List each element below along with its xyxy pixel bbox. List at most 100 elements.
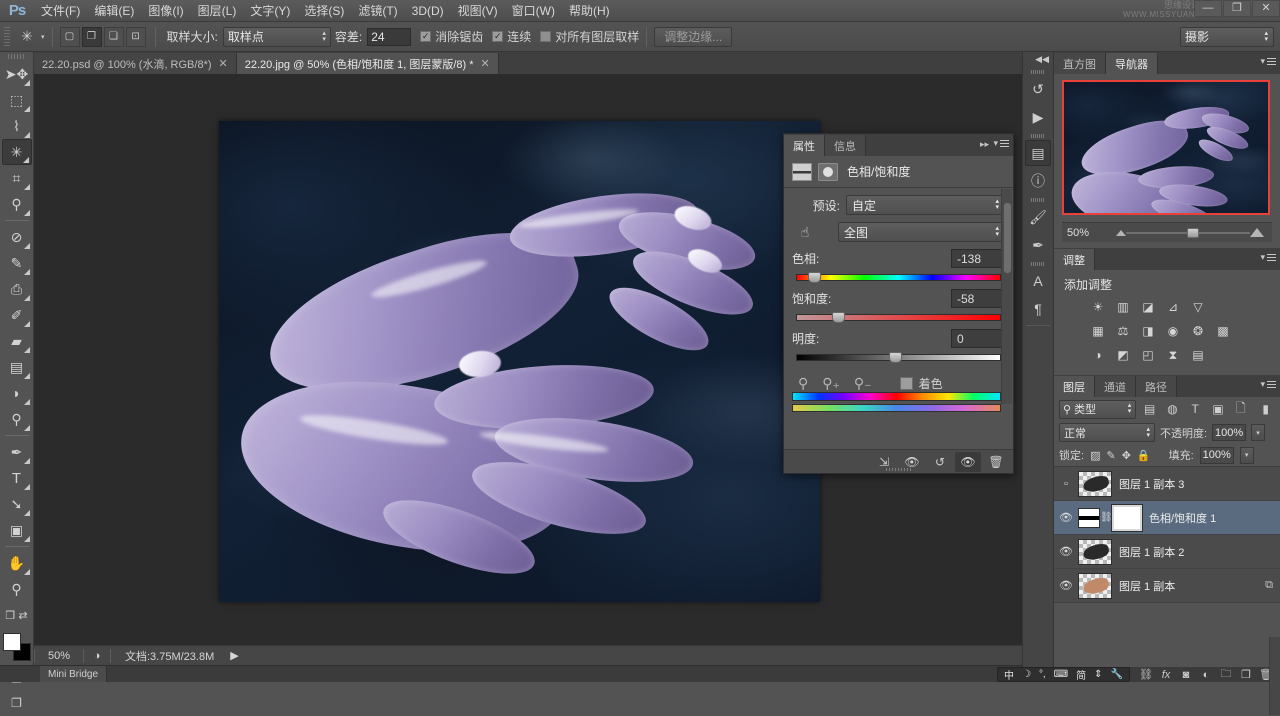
tab-layers[interactable]: 图层 bbox=[1054, 376, 1095, 397]
eye-icon[interactable]: 👁 bbox=[1054, 545, 1078, 558]
pen-tool[interactable]: ✒ bbox=[2, 439, 32, 465]
invert-icon[interactable]: ◑ bbox=[1088, 345, 1108, 365]
posterize-icon[interactable]: ◩ bbox=[1113, 345, 1133, 365]
table-row[interactable]: 👁 图层 1 副本 ⧉ bbox=[1054, 569, 1280, 603]
rectangular-marquee-tool[interactable]: ⬚ bbox=[2, 87, 32, 113]
lock-all-icon[interactable]: 🔒 bbox=[1137, 449, 1151, 462]
saturation-slider-knob[interactable] bbox=[832, 312, 845, 323]
close-button[interactable]: ✕ bbox=[1252, 0, 1280, 17]
eyedropper-add-icon[interactable]: ⚲₊ bbox=[822, 375, 840, 392]
black-white-icon[interactable]: ◨ bbox=[1138, 321, 1158, 341]
table-row[interactable]: ▫ 图层 1 副本 3 bbox=[1054, 467, 1280, 501]
fill-chevron-down-icon[interactable]: ▾ bbox=[1240, 447, 1254, 464]
spectrum-result-bar[interactable] bbox=[792, 404, 1001, 412]
hue-saturation-icon[interactable]: ▦ bbox=[1088, 321, 1108, 341]
menu-select[interactable]: 选择(S) bbox=[297, 0, 351, 21]
filter-toggle-switch[interactable]: ▮ bbox=[1256, 400, 1275, 419]
eraser-tool[interactable]: ▰ bbox=[2, 328, 32, 354]
properties-collapse-button[interactable]: ▸▸ bbox=[980, 139, 989, 150]
eye-icon[interactable]: 👁 bbox=[1054, 579, 1078, 592]
adjustment-filter-icon[interactable]: ◍ bbox=[1163, 400, 1182, 419]
layers-scrollbar[interactable] bbox=[1269, 637, 1280, 715]
dock-grip[interactable] bbox=[1031, 134, 1045, 138]
hue-slider-track[interactable] bbox=[796, 274, 1001, 281]
scrollbar-thumb[interactable] bbox=[1004, 203, 1011, 273]
tab-navigator[interactable]: 导航器 bbox=[1106, 53, 1158, 74]
properties-scrollbar[interactable] bbox=[1001, 189, 1012, 404]
zoom-out-icon[interactable] bbox=[1116, 230, 1126, 236]
lock-position-icon[interactable]: ✥ bbox=[1122, 449, 1131, 462]
folder-icon[interactable]: 🗀 bbox=[1216, 666, 1236, 683]
screen-mode-button[interactable]: ❐ bbox=[2, 690, 32, 716]
lock-transparent-icon[interactable]: ▨ bbox=[1090, 449, 1100, 462]
type-filter-icon[interactable]: T bbox=[1186, 400, 1205, 419]
navigator-zoom-value[interactable]: 50% bbox=[1062, 227, 1108, 239]
ime-toolbar[interactable]: 中 ☽ °, ⌨ 简 ⇕ 🔧 bbox=[997, 667, 1130, 682]
properties-icon[interactable]: ▤ bbox=[1025, 140, 1051, 166]
tab-22-20-jpg[interactable]: 22.20.jpg @ 50% (色相/饱和度 1, 图层蒙版/8) * ✕ bbox=[237, 53, 499, 74]
channel-select[interactable]: 全图 ▴▾ bbox=[838, 222, 1005, 242]
new-layer-icon[interactable]: ❐ bbox=[1236, 666, 1256, 683]
menu-edit[interactable]: 编辑(E) bbox=[87, 0, 141, 21]
channel-mixer-icon[interactable]: ❂ bbox=[1188, 321, 1208, 341]
all-layers-checkbox[interactable] bbox=[540, 31, 551, 42]
menu-filter[interactable]: 滤镜(T) bbox=[351, 0, 404, 21]
link-icon[interactable]: ⛓ bbox=[1136, 666, 1156, 683]
eye-icon[interactable]: ▫ bbox=[1054, 478, 1078, 490]
pixel-filter-icon[interactable]: ▤ bbox=[1140, 400, 1159, 419]
close-icon[interactable]: ✕ bbox=[481, 57, 490, 70]
zoom-slider-knob[interactable] bbox=[1187, 228, 1199, 238]
selection-mode-add-button[interactable]: ❐ bbox=[82, 27, 102, 47]
adjustment-layer-thumbnail[interactable] bbox=[1078, 508, 1100, 528]
hue-slider[interactable] bbox=[792, 271, 1005, 285]
ime-moon-icon[interactable]: ☽ bbox=[1018, 669, 1035, 680]
ime-settings-icon[interactable]: 🔧 bbox=[1107, 669, 1127, 680]
gradient-tool[interactable]: ▤ bbox=[2, 354, 32, 380]
ime-updown-icon[interactable]: ⇕ bbox=[1090, 669, 1106, 680]
vibrance-icon[interactable]: ▽ bbox=[1188, 297, 1208, 317]
layer-thumbnail[interactable] bbox=[1078, 471, 1112, 497]
selective-color-icon[interactable]: ▤ bbox=[1188, 345, 1208, 365]
rectangle-tool[interactable]: ▣ bbox=[2, 517, 32, 543]
fill-value[interactable]: 100% bbox=[1200, 447, 1234, 464]
menu-window[interactable]: 窗口(W) bbox=[505, 0, 562, 21]
dock-grip[interactable] bbox=[1031, 198, 1045, 202]
paragraph-icon[interactable]: ¶ bbox=[1025, 296, 1051, 322]
lightness-input[interactable]: 0 bbox=[951, 329, 1005, 348]
photo-filter-icon[interactable]: ◉ bbox=[1163, 321, 1183, 341]
brush-tool[interactable]: ✎ bbox=[2, 250, 32, 276]
doc-icon[interactable]: ◑ bbox=[84, 650, 110, 662]
adjustment-type-icon[interactable] bbox=[792, 163, 812, 181]
reset-button[interactable]: ↺ bbox=[927, 452, 953, 472]
smart-object-filter-icon[interactable]: 🗋 bbox=[1231, 400, 1250, 419]
brush-presets-icon[interactable]: 🖌 bbox=[1025, 204, 1051, 230]
table-row[interactable]: 👁 图层 1 副本 2 bbox=[1054, 535, 1280, 569]
minimize-button[interactable]: — bbox=[1194, 0, 1222, 17]
shape-filter-icon[interactable]: ▣ bbox=[1209, 400, 1228, 419]
colorize-checkbox-wrap[interactable]: 着色 bbox=[900, 375, 943, 392]
eyedropper-subtract-icon[interactable]: ⚲₋ bbox=[854, 375, 872, 392]
threshold-icon[interactable]: ◰ bbox=[1138, 345, 1158, 365]
blur-tool[interactable]: ◗ bbox=[2, 380, 32, 406]
brush-icon[interactable]: ✒ bbox=[1025, 232, 1051, 258]
magic-wand-icon[interactable]: ✳ bbox=[14, 26, 40, 48]
lightness-slider-knob[interactable] bbox=[889, 352, 902, 363]
selection-mode-new-button[interactable]: ▢ bbox=[60, 27, 80, 47]
color-lookup-icon[interactable]: ▩ bbox=[1213, 321, 1233, 341]
hand-tool[interactable]: ✋ bbox=[2, 550, 32, 576]
adjustment-icon[interactable]: ◐ bbox=[1196, 666, 1216, 683]
ime-punctuation-icon[interactable]: °, bbox=[1035, 669, 1050, 680]
saturation-slider-track[interactable] bbox=[796, 314, 1001, 321]
antialias-checkbox-wrap[interactable]: ✓ 消除锯齿 bbox=[420, 28, 483, 45]
selection-mode-subtract-button[interactable]: ❏ bbox=[104, 27, 124, 47]
ime-simplified-icon[interactable]: 简 bbox=[1072, 667, 1090, 682]
tab-22-20-psd[interactable]: 22.20.psd @ 100% (水滴, RGB/8*) ✕ bbox=[34, 53, 237, 74]
gradient-map-icon[interactable]: ⧗ bbox=[1163, 345, 1183, 365]
restore-button[interactable]: ❐ bbox=[1223, 0, 1251, 17]
close-icon[interactable]: ✕ bbox=[219, 57, 228, 70]
navigator-panel-menu-button[interactable]: ▾ bbox=[1260, 56, 1276, 67]
layer-effects-icon[interactable]: ⧉ bbox=[1265, 579, 1273, 592]
layer-thumbnail[interactable] bbox=[1078, 573, 1112, 599]
menu-help[interactable]: 帮助(H) bbox=[562, 0, 617, 21]
layer-filter-type-select[interactable]: ⚲ 类型 ▴▾ bbox=[1059, 400, 1136, 419]
